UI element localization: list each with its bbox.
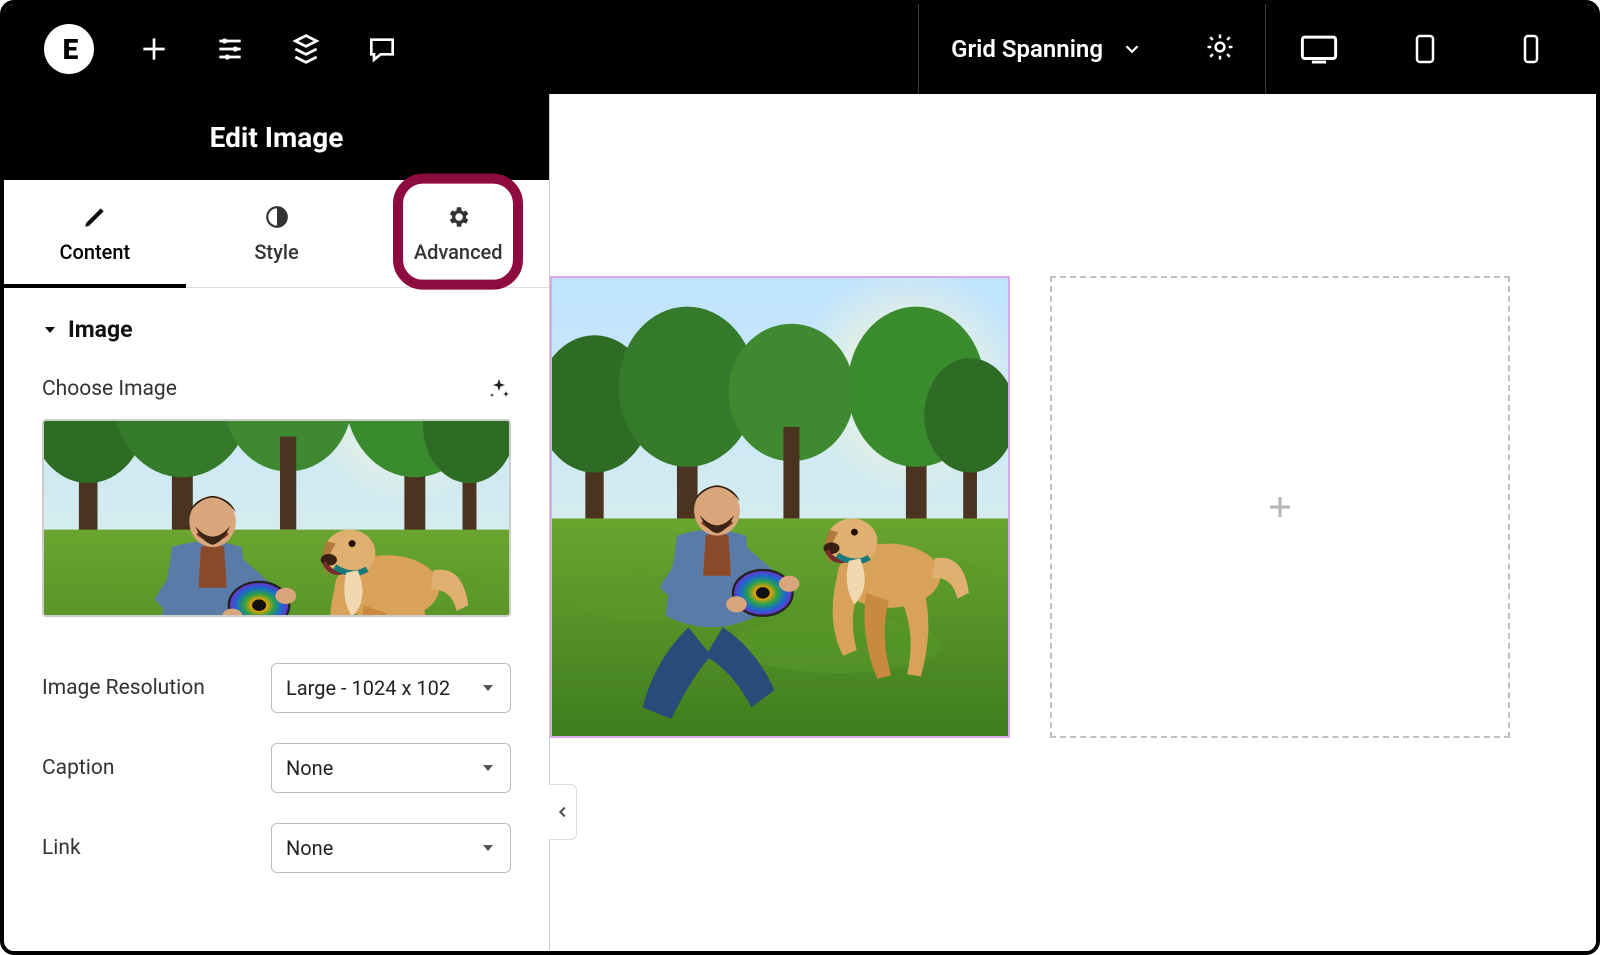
elementor-logo[interactable]: E bbox=[44, 24, 94, 74]
image-resolution-select[interactable]: Large - 1024 x 102 bbox=[271, 663, 511, 713]
caret-down-icon bbox=[480, 680, 496, 696]
pencil-icon bbox=[82, 204, 108, 230]
plus-icon bbox=[1265, 492, 1295, 522]
page-selector[interactable]: Grid Spanning bbox=[919, 35, 1175, 63]
sparkle-icon bbox=[487, 377, 511, 401]
sidebar-tabs: Content Style Advanced bbox=[4, 180, 549, 288]
caption-value: None bbox=[286, 756, 333, 780]
link-label: Link bbox=[42, 836, 81, 860]
sidebar-title: Edit Image bbox=[4, 94, 549, 180]
tab-advanced[interactable]: Advanced bbox=[367, 180, 549, 287]
add-element-button[interactable] bbox=[138, 33, 170, 65]
section-image-title: Image bbox=[68, 316, 133, 343]
contrast-icon bbox=[264, 204, 290, 230]
choose-image-label: Choose Image bbox=[42, 377, 177, 401]
image-resolution-label: Image Resolution bbox=[42, 676, 205, 700]
collapse-sidebar-button[interactable] bbox=[549, 784, 577, 840]
tab-style[interactable]: Style bbox=[186, 180, 368, 287]
link-value: None bbox=[286, 836, 333, 860]
choose-image-thumbnail[interactable] bbox=[42, 419, 511, 617]
gear-icon bbox=[1205, 32, 1235, 62]
tab-content-label: Content bbox=[59, 240, 130, 264]
caret-down-icon bbox=[42, 322, 58, 338]
ai-generate-button[interactable] bbox=[487, 377, 511, 401]
editor-canvas[interactable] bbox=[550, 94, 1596, 951]
mobile-icon bbox=[1512, 34, 1550, 64]
link-select[interactable]: None bbox=[271, 823, 511, 873]
tablet-icon bbox=[1406, 34, 1444, 64]
responsive-desktop-button[interactable] bbox=[1266, 4, 1372, 94]
page-title: Grid Spanning bbox=[951, 35, 1103, 63]
caption-label: Caption bbox=[42, 756, 114, 780]
desktop-icon bbox=[1300, 34, 1338, 64]
top-toolbar: E Grid Spanning bbox=[4, 4, 1596, 94]
section-image-toggle[interactable]: Image bbox=[42, 316, 511, 343]
caption-select[interactable]: None bbox=[271, 743, 511, 793]
caret-down-icon bbox=[480, 840, 496, 856]
notes-button[interactable] bbox=[366, 33, 398, 65]
image-resolution-value: Large - 1024 x 102 bbox=[286, 676, 450, 700]
gear-icon bbox=[445, 204, 471, 230]
responsive-tablet-button[interactable] bbox=[1372, 4, 1478, 94]
chevron-left-icon bbox=[556, 805, 570, 819]
responsive-mobile-button[interactable] bbox=[1478, 4, 1584, 94]
tab-style-label: Style bbox=[254, 240, 298, 264]
grid-cell-empty-add[interactable] bbox=[1050, 276, 1510, 738]
tab-content[interactable]: Content bbox=[4, 180, 186, 287]
structure-button[interactable] bbox=[290, 33, 322, 65]
grid-cell-image[interactable] bbox=[550, 276, 1010, 738]
caret-down-icon bbox=[480, 760, 496, 776]
page-settings-button[interactable] bbox=[1175, 32, 1265, 66]
site-settings-button[interactable] bbox=[214, 33, 246, 65]
chevron-down-icon bbox=[1121, 38, 1143, 60]
editor-sidebar: Edit Image Content Style Advanced bbox=[4, 94, 550, 951]
highlight-ring bbox=[393, 173, 523, 289]
tab-advanced-label: Advanced bbox=[414, 240, 503, 264]
